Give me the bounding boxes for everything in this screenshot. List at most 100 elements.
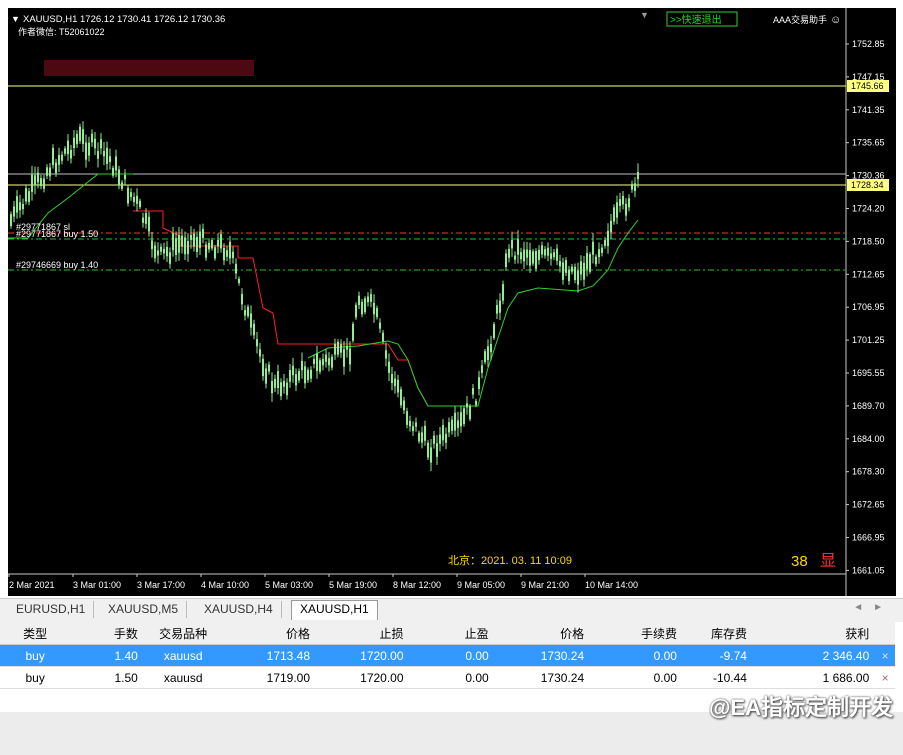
candle-body [448,422,450,433]
col-commission[interactable]: 手续费 [590,622,683,645]
candle-body [298,371,300,381]
tab-xauusd-m5[interactable]: XAUUSD,M5 [100,601,188,618]
candle-body [208,243,210,250]
candle-body [559,261,561,267]
price-chart[interactable]: ▼ XAUUSD,H1 1726.12 1730.41 1726.12 1730… [8,8,896,596]
cell-type: buy [0,644,71,667]
tab-xauusd-h4[interactable]: XAUUSD,H4 [196,601,282,618]
candle-body [589,254,591,272]
candle-body [409,420,411,427]
candle-body [592,241,594,255]
candle-body [358,295,360,305]
cell-tp: 0.00 [409,644,495,667]
candle-body [130,192,132,197]
candle-body [370,294,372,302]
beijing-time: 北京：2021. 03. 11 10:09 [448,553,572,567]
candle-body [472,388,474,395]
close-position-icon[interactable]: × [875,644,895,667]
candle-body [316,353,318,372]
candle-body [55,162,57,174]
candle-body [397,379,399,393]
time-tick-label: 2 Mar 2021 [9,580,55,590]
col-swap[interactable]: 库存费 [682,622,753,645]
candle-body [289,370,291,382]
candle-body [424,425,426,441]
cell-open-price: 1713.48 [222,644,317,667]
close-position-icon[interactable]: × [875,666,895,689]
candle-body [568,269,570,282]
candle-body [139,200,141,208]
candle-body [310,369,312,379]
candle-body [106,147,108,164]
candle-body [403,400,405,411]
candle-body [217,239,219,247]
candle-body [274,378,276,388]
candle-body [622,195,624,205]
candle-body [613,207,615,222]
candle-body [637,171,639,180]
time-tick-label: 10 Mar 14:00 [585,580,638,590]
time-tick-label: 9 Mar 05:00 [457,580,505,590]
col-lots[interactable]: 手数 [70,622,144,645]
tab-scroll-arrows-icon[interactable]: ◄► [853,602,893,613]
candle-body [46,167,48,176]
candle-body [226,250,228,257]
candle-body [565,260,567,273]
candle-body [157,250,159,256]
candle-body [394,378,396,387]
bar-counter: 38 [791,553,808,570]
candle-body [121,182,123,189]
col-profit[interactable]: 获利 [752,622,876,645]
col-open-price[interactable]: 价格 [222,622,317,645]
price-tick-label: 1695.55 [852,368,885,378]
price-tag-ask-text: 1728.34 [851,180,884,190]
candle-body [178,235,180,253]
one-click-trading-arrow-icon[interactable]: ▼ [640,10,649,20]
candle-body [160,246,162,252]
col-type[interactable]: 类型 [0,622,71,645]
candle-body [247,306,249,317]
candle-body [133,197,135,202]
display-toggle[interactable]: 显 [820,553,836,570]
table-row[interactable]: buy 1.40 xauusd 1713.48 1720.00 0.00 173… [0,644,895,667]
table-row[interactable]: buy 1.50 xauusd 1719.00 1720.00 0.00 173… [0,666,895,689]
candle-body [277,371,279,389]
quick-exit-label[interactable]: >>快速退出 [670,13,722,26]
candle-body [124,174,126,180]
candle-body [547,247,549,256]
candle-body [625,203,627,216]
tab-xauusd-h1[interactable]: XAUUSD,H1 [291,600,378,620]
smiley-icon[interactable]: ☺ [830,14,841,26]
candle-body [379,322,381,329]
col-price[interactable]: 价格 [494,622,591,645]
col-tp[interactable]: 止盈 [409,622,495,645]
candle-body [595,256,597,265]
candle-body [172,233,174,251]
chart-canvas[interactable]: ▼ XAUUSD,H1 1726.12 1730.41 1726.12 1730… [8,8,896,596]
candle-body [196,237,198,252]
buy-150-order-label: #29771867 buy 1.50 [16,229,98,239]
candle-body [430,447,432,463]
candle-body [586,253,588,270]
cell-open-price: 1719.00 [222,666,317,689]
candle-body [325,354,327,362]
col-sl[interactable]: 止损 [316,622,410,645]
symbol-dropdown-icon[interactable]: ▼ [11,14,20,24]
col-symbol[interactable]: 交易品种 [143,622,223,645]
blurred-overlay [44,60,254,76]
candle-body [91,133,93,143]
candle-body [469,406,471,420]
candle-body [145,213,147,224]
candle-body [61,154,63,161]
candle-body [202,228,204,239]
candle-body [331,356,333,368]
candle-body [31,174,33,192]
candle-body [100,139,102,149]
candle-body [541,245,543,255]
candle-body [280,382,282,397]
candle-body [142,217,144,223]
tab-eurusd-h1[interactable]: EURUSD,H1 [8,601,95,618]
candle-body [148,216,150,232]
candle-body [301,360,303,371]
cell-lots: 1.40 [70,644,144,667]
